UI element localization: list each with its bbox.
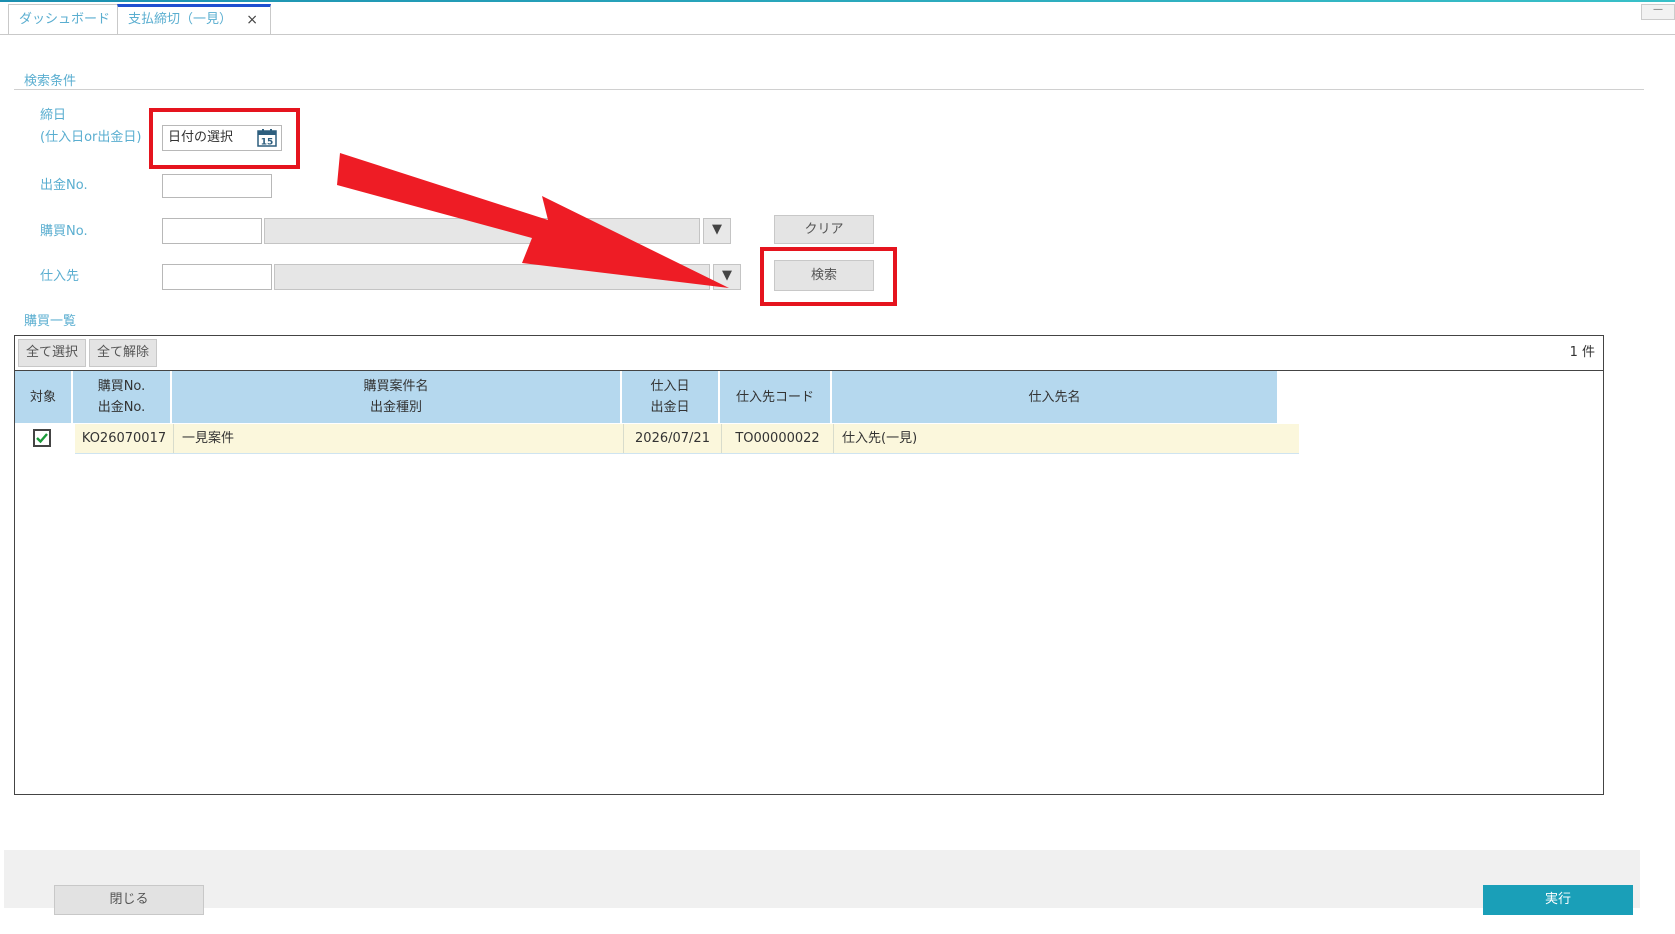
cell-supplier-code: TO00000022 xyxy=(722,424,834,453)
list-section-title: 購買一覧 xyxy=(24,314,77,329)
purchase-list-panel: 全て選択 全て解除 1 件 対象 購買No. 出金No. 購買案件名 出金種別 … xyxy=(14,335,1604,795)
header-case-name-label: 購買案件名 xyxy=(363,379,429,394)
header-purchase-no[interactable]: 購買No. 出金No. xyxy=(73,371,172,423)
check-icon xyxy=(36,433,48,444)
cell-supplier-name: 仕入先(一見) xyxy=(842,431,918,446)
header-target-label: 対象 xyxy=(29,389,56,405)
select-all-button[interactable]: 全て選択 xyxy=(18,339,86,367)
header-target[interactable]: 対象 xyxy=(15,371,73,423)
result-count: 1 件 xyxy=(1569,345,1595,360)
header-payment-date-label: 出金日 xyxy=(650,400,690,415)
cell-case-name: 一見案件 xyxy=(174,424,624,453)
close-button[interactable]: 閉じる xyxy=(54,885,204,915)
header-payment-type-label: 出金種別 xyxy=(369,400,422,415)
header-purchase-date-label: 仕入日 xyxy=(650,379,690,394)
header-payment-no-label: 出金No. xyxy=(97,400,146,415)
header-supplier-name-label: 仕入先名 xyxy=(1028,389,1081,405)
footer-bar: 閉じる 実行 xyxy=(4,850,1640,915)
row-checkbox[interactable] xyxy=(33,429,51,447)
header-purchase-no-label: 購買No. xyxy=(97,379,146,394)
header-date[interactable]: 仕入日 出金日 xyxy=(622,371,720,423)
deselect-all-button[interactable]: 全て解除 xyxy=(89,339,157,367)
header-supplier-name[interactable]: 仕入先名 xyxy=(832,371,1279,423)
cell-purchase-no: KO26070017 xyxy=(75,424,174,453)
execute-button[interactable]: 実行 xyxy=(1483,885,1633,915)
header-supplier-code[interactable]: 仕入先コード xyxy=(720,371,832,423)
header-supplier-code-label: 仕入先コード xyxy=(735,389,814,405)
list-toolbar: 全て選択 全て解除 1 件 xyxy=(15,336,1603,371)
cell-date: 2026/07/21 xyxy=(624,424,722,453)
header-case-name[interactable]: 購買案件名 出金種別 xyxy=(172,371,622,423)
